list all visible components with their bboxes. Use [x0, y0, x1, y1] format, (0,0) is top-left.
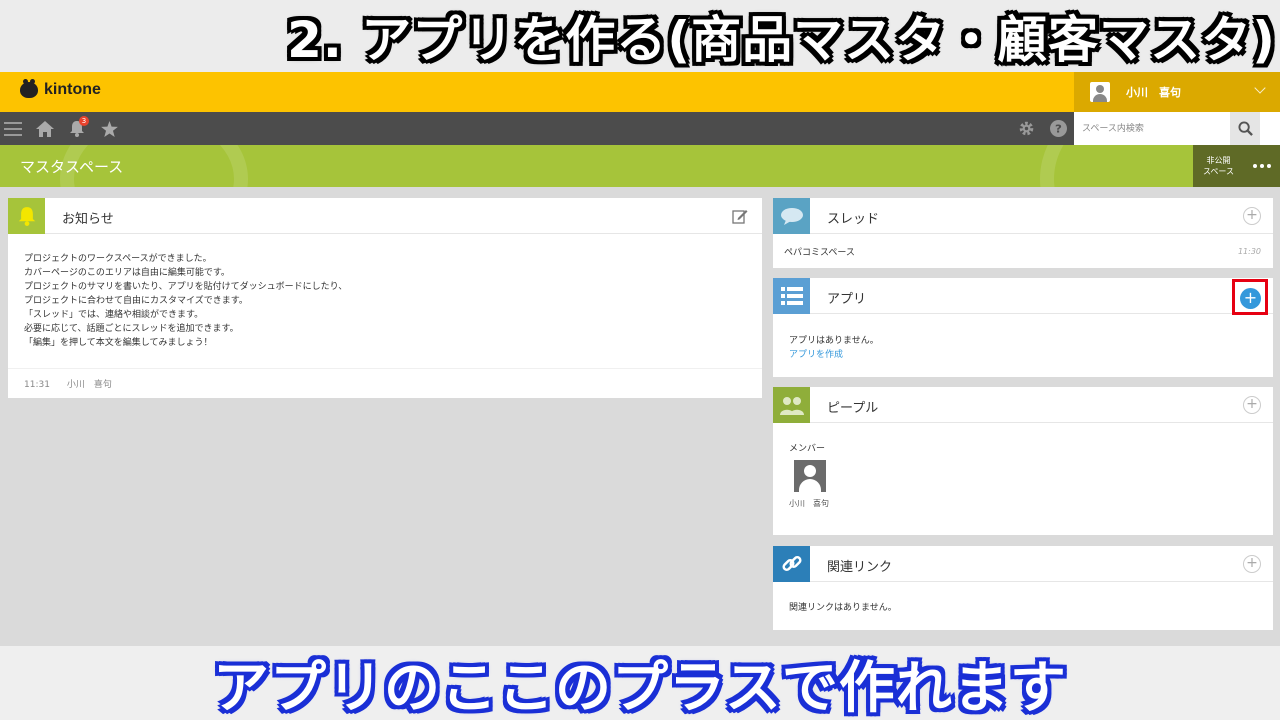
video-caption-top: 2. アプリを作る(商品マスタ・顧客マスタ) — [0, 0, 1280, 72]
settings-gear-icon[interactable] — [1016, 112, 1036, 145]
apps-panel: アプリ アプリはありません。 アプリを作成 — [773, 278, 1273, 377]
home-icon[interactable] — [35, 112, 55, 145]
space-search-input[interactable] — [1074, 112, 1230, 145]
notice-title: お知らせ — [62, 212, 114, 227]
links-empty-text: 関連リンクはありません。 — [789, 603, 897, 613]
notice-line: プロジェクトのワークスペースができました。 — [24, 254, 212, 264]
links-title: 関連リンク — [827, 560, 893, 575]
add-thread-button[interactable]: + — [1243, 207, 1261, 225]
notice-footer: 11:31 小川 喜句 — [8, 368, 762, 398]
notification-bell-icon[interactable]: 3 — [67, 112, 89, 145]
kintone-logo[interactable]: kintone — [20, 79, 101, 99]
favorites-star-icon[interactable] — [99, 112, 119, 145]
menu-icon[interactable] — [3, 112, 23, 145]
global-navbar: 3 ? — [0, 112, 1280, 145]
create-app-link[interactable]: アプリを作成 — [789, 347, 843, 360]
kintone-logo-icon — [20, 79, 38, 98]
notice-header: お知らせ — [8, 198, 762, 234]
notice-author[interactable]: 小川 喜句 — [67, 380, 112, 390]
search-button[interactable] — [1230, 112, 1260, 145]
help-icon[interactable]: ? — [1048, 112, 1068, 145]
private-label-line1: 非公開 — [1206, 156, 1231, 165]
thread-item-time: 11:30 — [1237, 247, 1261, 256]
app-header: kintone 小川 喜句 — [0, 72, 1280, 112]
people-panel: ピープル + メンバー 小川 喜句 — [773, 387, 1273, 535]
search-icon — [1237, 121, 1253, 136]
notice-body: プロジェクトのワークスペースができました。 カバーページのこのエリアは自由に編集… — [24, 252, 347, 350]
space-title: マスタスペース — [20, 158, 124, 176]
svg-text:?: ? — [1055, 122, 1062, 136]
add-link-button[interactable]: + — [1243, 555, 1261, 573]
notice-line: 必要に応じて、話題ごとにスレッドを追加できます。 — [24, 324, 239, 334]
app-list-icon — [773, 278, 810, 314]
related-links-panel: 関連リンク + 関連リンクはありません。 — [773, 546, 1273, 630]
edit-icon[interactable] — [732, 208, 748, 228]
video-caption-bottom: アプリのここのプラスで作れます — [0, 646, 1280, 720]
space-options-button[interactable] — [1244, 145, 1280, 187]
link-chain-icon — [773, 546, 810, 582]
caption-top-text: 2. アプリを作る(商品マスタ・顧客マスタ) — [287, 11, 1276, 69]
member-name[interactable]: 小川 喜句 — [789, 498, 829, 509]
apps-header: アプリ — [773, 278, 1273, 314]
notice-line: カバーページのこのエリアは自由に編集可能です。 — [24, 268, 230, 278]
speech-bubble-icon — [773, 198, 810, 234]
notice-panel: お知らせ プロジェクトのワークスペースができました。 カバーページのこのエリアは… — [8, 198, 762, 398]
members-label: メンバー — [789, 444, 826, 454]
space-banner: マスタスペース 非公開 スペース — [0, 145, 1280, 187]
private-label-line2: スペース — [1202, 167, 1235, 176]
notification-badge: 3 — [79, 116, 89, 126]
bell-icon — [8, 198, 45, 234]
highlight-box — [1232, 279, 1268, 315]
links-header: 関連リンク + — [773, 546, 1273, 582]
people-title: ピープル — [827, 401, 879, 416]
thread-panel: スレッド + ペパコミスペース 11:30 — [773, 198, 1273, 268]
people-header: ピープル + — [773, 387, 1273, 423]
space-search — [1074, 112, 1280, 145]
apps-title: アプリ — [827, 292, 867, 307]
user-avatar — [1090, 82, 1110, 102]
user-menu[interactable]: 小川 喜句 — [1074, 72, 1280, 112]
people-icon — [773, 387, 810, 423]
logo-text: kintone — [44, 81, 101, 98]
private-space-badge: 非公開 スペース — [1193, 145, 1244, 187]
thread-item-name[interactable]: ペパコミスペース — [784, 245, 855, 258]
notice-time: 11:31 — [24, 380, 50, 390]
notice-line: プロジェクトに合わせて自由にカスタマイズできます。 — [24, 296, 248, 306]
add-people-button[interactable]: + — [1243, 396, 1261, 414]
user-name: 小川 喜句 — [1126, 86, 1181, 99]
thread-title: スレッド — [827, 212, 880, 227]
notice-line: 「スレッド」では、連絡や相談ができます。 — [24, 310, 204, 320]
notice-line: プロジェクトのサマリを書いたり、アプリを貼付けてダッシュボードにしたり、 — [24, 282, 348, 292]
chevron-down-icon — [1254, 82, 1266, 94]
caption-bottom-text: アプリのここのプラスで作れます — [213, 655, 1067, 720]
thread-header: スレッド + — [773, 198, 1273, 234]
notice-line: 「編集」を押して本文を編集してみましょう！ — [24, 338, 213, 348]
member-avatar[interactable] — [794, 460, 826, 492]
apps-empty-text: アプリはありません。 — [789, 336, 879, 346]
